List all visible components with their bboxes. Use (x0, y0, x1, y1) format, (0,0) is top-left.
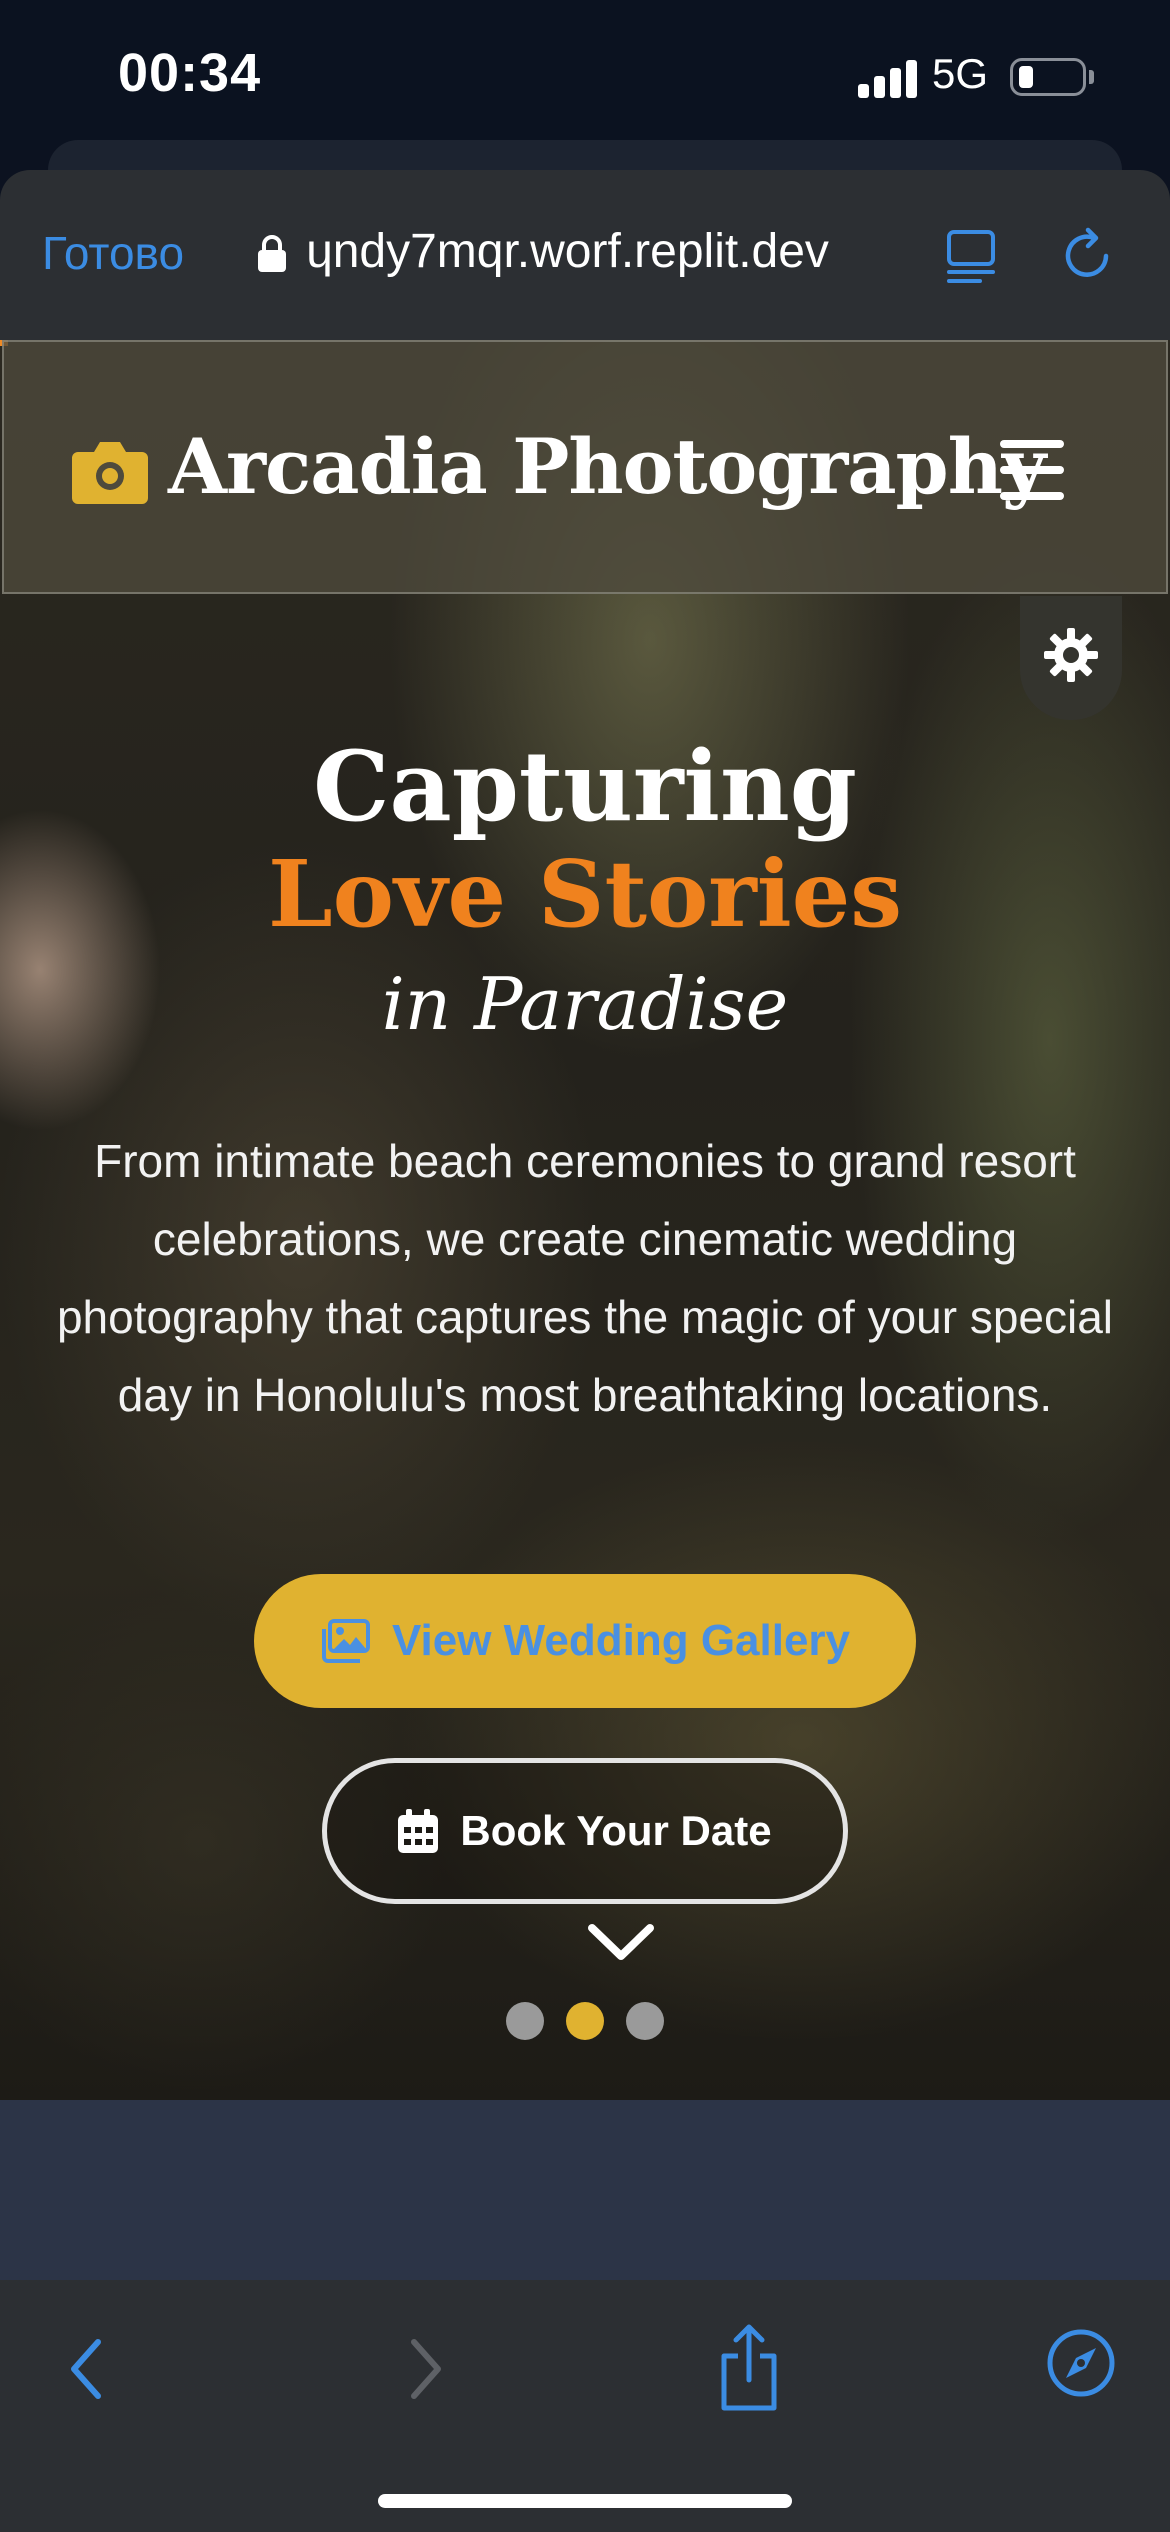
url-field[interactable]: ɥndy7mqr.worf.replit.dev (306, 224, 829, 279)
camera-icon (72, 442, 148, 504)
reader-icon[interactable] (946, 228, 996, 284)
book-date-label: Book Your Date (460, 1807, 772, 1854)
hamburger-menu-icon[interactable] (1000, 440, 1068, 500)
signal-bars-icon (858, 58, 918, 98)
battery-tip (1089, 70, 1094, 84)
view-gallery-button[interactable]: View Wedding Gallery (254, 1574, 916, 1708)
book-date-button[interactable]: Book Your Date (322, 1758, 848, 1904)
slide-dot-1[interactable] (506, 2002, 544, 2040)
done-button[interactable]: Готово (42, 226, 184, 280)
hero-title-line1: Capturing (313, 730, 857, 843)
theme-toggle-button[interactable] (1020, 596, 1122, 720)
chevron-down-icon[interactable] (586, 1922, 656, 1964)
share-icon[interactable] (716, 2322, 782, 2412)
hero-title-line2: Love Stories (267, 840, 903, 948)
network-label: 5G (932, 50, 989, 97)
next-section (0, 2100, 1170, 2280)
back-icon[interactable] (62, 2334, 112, 2404)
web-page: Arcadia Photography Capturing Love Stori… (0, 340, 1170, 2280)
compass-icon[interactable] (1046, 2328, 1116, 2398)
hero-description: From intimate beach ceremonies to grand … (56, 1135, 1114, 1421)
gear-icon (1044, 628, 1098, 682)
status-time: 00:34 (118, 43, 262, 103)
home-indicator (378, 2494, 792, 2508)
slide-dot-3[interactable] (626, 2002, 664, 2040)
images-icon (321, 1619, 370, 1663)
hero-title-line3: in Paradise (381, 962, 789, 1046)
calendar-icon (398, 1809, 439, 1853)
battery-icon (1010, 58, 1086, 96)
lock-icon (258, 235, 286, 272)
slide-dot-2[interactable] (566, 2002, 604, 2040)
reload-icon[interactable] (1062, 226, 1116, 282)
forward-icon[interactable] (400, 2334, 450, 2404)
brand-name[interactable]: Arcadia Photography (168, 422, 1046, 511)
view-gallery-label: View Wedding Gallery (391, 1616, 851, 1665)
